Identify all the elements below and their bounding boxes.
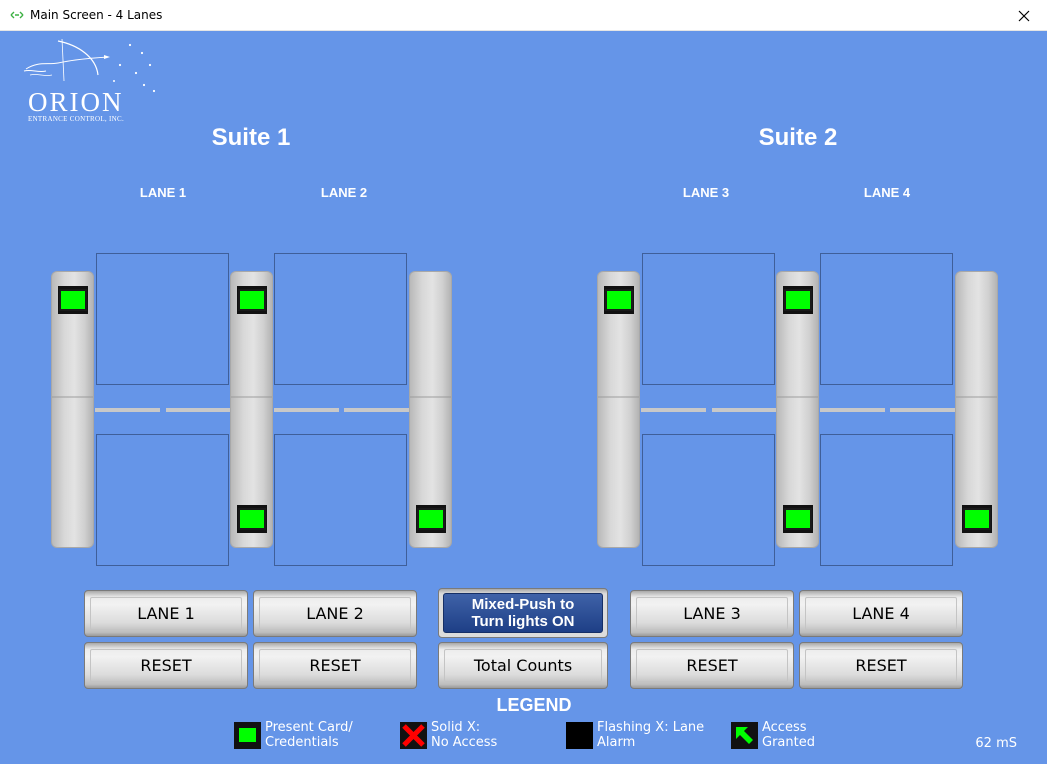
- lane-3-exit-area: [642, 434, 775, 566]
- logo-subtitle: ENTRANCE CONTROL, INC.: [28, 115, 125, 123]
- lane-4-entry-indicator-icon: [783, 286, 813, 314]
- lane-1-button[interactable]: LANE 1: [84, 590, 248, 637]
- mixed-push-button[interactable]: Mixed-Push to Turn lights ON: [438, 588, 608, 638]
- lane-4-barrier-right: [890, 408, 955, 412]
- lane-1-heading: LANE 1: [139, 185, 187, 200]
- lane-1-entry-indicator-icon: [58, 286, 88, 314]
- lane-3-entry-indicator-icon: [604, 286, 634, 314]
- lane-2-exit-area: [274, 434, 407, 566]
- legend-lane-alarm-line1: Flashing X: Lane: [597, 720, 705, 735]
- timing-readout: 62 mS: [975, 736, 1017, 751]
- lane-2-heading: LANE 2: [320, 185, 368, 200]
- close-button[interactable]: [1001, 0, 1047, 31]
- black-square-icon: [566, 722, 593, 749]
- lane-1-entry-area: [96, 253, 229, 385]
- green-card-icon: [234, 722, 261, 749]
- legend-no-access-line1: Solid X:: [431, 720, 481, 735]
- lane-4-barrier-left: [820, 408, 885, 412]
- legend-lane-alarm-line2: Alarm: [597, 735, 636, 750]
- red-x-icon: [400, 722, 427, 749]
- legend-access-granted-line1: Access: [762, 720, 807, 735]
- lane-3-reset-button[interactable]: RESET: [630, 642, 794, 689]
- legend-access-granted-line2: Granted: [762, 735, 815, 750]
- window-title: Main Screen - 4 Lanes: [30, 8, 163, 22]
- lane-4-exit-area: [820, 434, 953, 566]
- main-screen: ORION ENTRANCE CONTROL, INC. Suite 1 Sui…: [0, 31, 1047, 764]
- lane-3-entry-area: [642, 253, 775, 385]
- orion-logo: ORION ENTRANCE CONTROL, INC.: [18, 35, 163, 123]
- lane-1-barrier-left: [95, 408, 160, 412]
- suite-1-title: Suite 1: [211, 124, 291, 151]
- green-arrow-icon: [731, 722, 758, 749]
- archer-logo-icon: [23, 38, 156, 93]
- lane-1-exit-area: [96, 434, 229, 566]
- lane-2-barrier-right: [344, 408, 409, 412]
- lane-2-button[interactable]: LANE 2: [253, 590, 417, 637]
- legend-present-card-line1: Present Card/: [265, 720, 353, 735]
- legend-present-card-line2: Credentials: [265, 735, 339, 750]
- lane-3-barrier-left: [641, 408, 706, 412]
- lane-4-reset-button[interactable]: RESET: [799, 642, 963, 689]
- legend-title: LEGEND: [496, 695, 572, 715]
- close-icon: [1018, 10, 1030, 21]
- lane-2-entry-indicator-icon: [237, 286, 267, 314]
- lane-1-exit-indicator-icon: [237, 505, 267, 533]
- lane-3-barrier-right: [712, 408, 777, 412]
- suite-2-title: Suite 2: [758, 124, 838, 151]
- title-bar: Main Screen - 4 Lanes: [0, 0, 1047, 31]
- lane-3-exit-indicator-icon: [783, 505, 813, 533]
- lane-2-reset-button[interactable]: RESET: [253, 642, 417, 689]
- lane-3-button[interactable]: LANE 3: [630, 590, 794, 637]
- lane-1-barrier-right: [166, 408, 231, 412]
- mixed-push-label-line2: Turn lights ON: [471, 613, 575, 630]
- lane-2-barrier-left: [274, 408, 339, 412]
- legend-no-access-line2: No Access: [431, 735, 498, 750]
- lane-4-entry-area: [820, 253, 953, 385]
- lane-2-exit-indicator-icon: [416, 505, 446, 533]
- total-counts-button[interactable]: Total Counts: [438, 642, 608, 689]
- app-arrows-icon: [10, 11, 24, 19]
- logo-name: ORION: [28, 87, 124, 117]
- lane-4-button[interactable]: LANE 4: [799, 590, 963, 637]
- lane-4-heading: LANE 4: [863, 185, 911, 200]
- lane-4-exit-indicator-icon: [962, 505, 992, 533]
- lane-2-entry-area: [274, 253, 407, 385]
- lane-1-reset-button[interactable]: RESET: [84, 642, 248, 689]
- lane-3-heading: LANE 3: [682, 185, 730, 200]
- mixed-push-label-line1: Mixed-Push to: [471, 596, 575, 613]
